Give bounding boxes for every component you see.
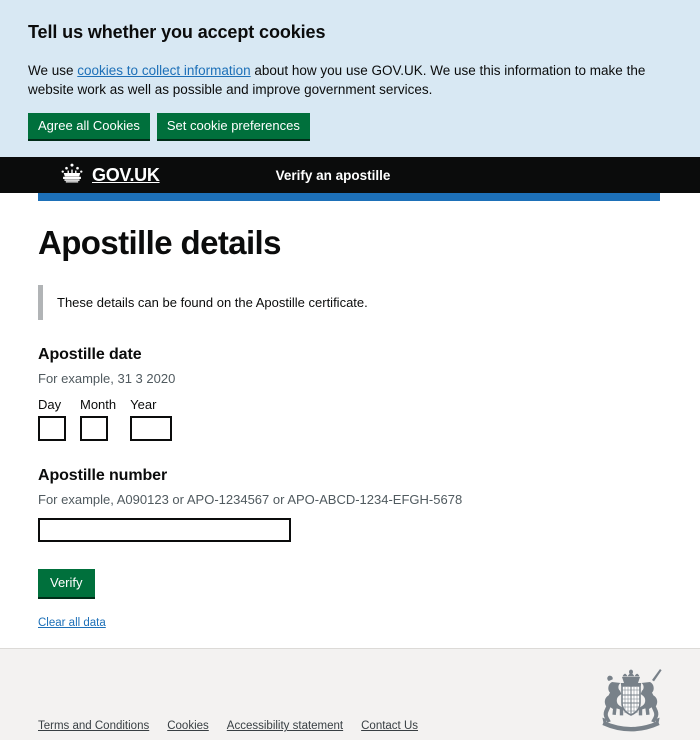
- date-year-item: Year: [130, 397, 173, 442]
- page-footer: Terms and Conditions Cookies Accessibili…: [0, 648, 700, 740]
- footer-link-terms[interactable]: Terms and Conditions: [38, 720, 149, 732]
- cookie-banner: Tell us whether you accept cookies We us…: [0, 0, 700, 157]
- footer-link-contact[interactable]: Contact Us: [361, 720, 418, 732]
- footer-link-cookies[interactable]: Cookies: [167, 720, 209, 732]
- header-inner: GOV.UK Verify an apostille: [19, 162, 681, 189]
- date-month-label: Month: [80, 397, 117, 413]
- date-day-label: Day: [38, 397, 62, 413]
- royal-coat-of-arms-icon: [592, 663, 670, 740]
- date-year-input[interactable]: [130, 416, 173, 442]
- verify-button[interactable]: Verify: [38, 569, 95, 600]
- govuk-logo-text: GOV.UK: [92, 164, 160, 185]
- date-inputs: Day Month Year: [38, 397, 662, 442]
- date-day-input[interactable]: [38, 416, 66, 442]
- cookie-banner-text: We use cookies to collect information ab…: [28, 61, 672, 99]
- cookie-text-before: We use: [28, 63, 78, 78]
- footer-inner: Terms and Conditions Cookies Accessibili…: [0, 649, 700, 740]
- page-title: Apostille details: [38, 224, 281, 261]
- agree-all-cookies-button[interactable]: Agree all Cookies: [28, 113, 150, 141]
- date-month-item: Month: [80, 397, 117, 442]
- cookies-info-link[interactable]: cookies to collect information: [77, 63, 250, 78]
- set-cookie-preferences-button[interactable]: Set cookie preferences: [156, 113, 310, 141]
- apostille-date-hint: For example, 31 3 2020: [38, 371, 176, 387]
- date-year-label: Year: [130, 397, 157, 413]
- clear-all-data-link[interactable]: Clear all data: [38, 617, 106, 629]
- govuk-header: GOV.UK Verify an apostille: [0, 157, 700, 193]
- service-name[interactable]: Verify an apostille: [276, 168, 391, 183]
- footer-link-accessibility[interactable]: Accessibility statement: [227, 720, 343, 732]
- cookie-banner-inner: Tell us whether you accept cookies We us…: [0, 22, 700, 141]
- main-inner: Apostille details These details can be f…: [0, 224, 700, 631]
- inset-text: These details can be found on the Aposti…: [38, 285, 662, 321]
- cookie-banner-actions: Agree all Cookies Set cookie preferences: [28, 113, 672, 141]
- cookie-banner-heading: Tell us whether you accept cookies: [28, 22, 326, 42]
- apostille-number-group: Apostille number For example, A090123 or…: [38, 467, 662, 543]
- phase-banner-bar: [38, 193, 660, 201]
- apostille-number-input[interactable]: [38, 518, 291, 543]
- apostille-number-hint: For example, A090123 or APO-1234567 or A…: [38, 492, 463, 508]
- main-content: Apostille details These details can be f…: [0, 224, 700, 631]
- crown-icon: [57, 162, 87, 189]
- apostille-number-label: Apostille number: [38, 467, 168, 485]
- apostille-date-legend: Apostille date: [38, 346, 142, 364]
- date-day-item: Day: [38, 397, 66, 442]
- apostille-date-group: Apostille date For example, 31 3 2020 Da…: [38, 346, 662, 442]
- govuk-logo-link[interactable]: GOV.UK: [57, 162, 160, 189]
- footer-links: Terms and Conditions Cookies Accessibili…: [38, 720, 418, 732]
- date-month-input[interactable]: [80, 416, 108, 442]
